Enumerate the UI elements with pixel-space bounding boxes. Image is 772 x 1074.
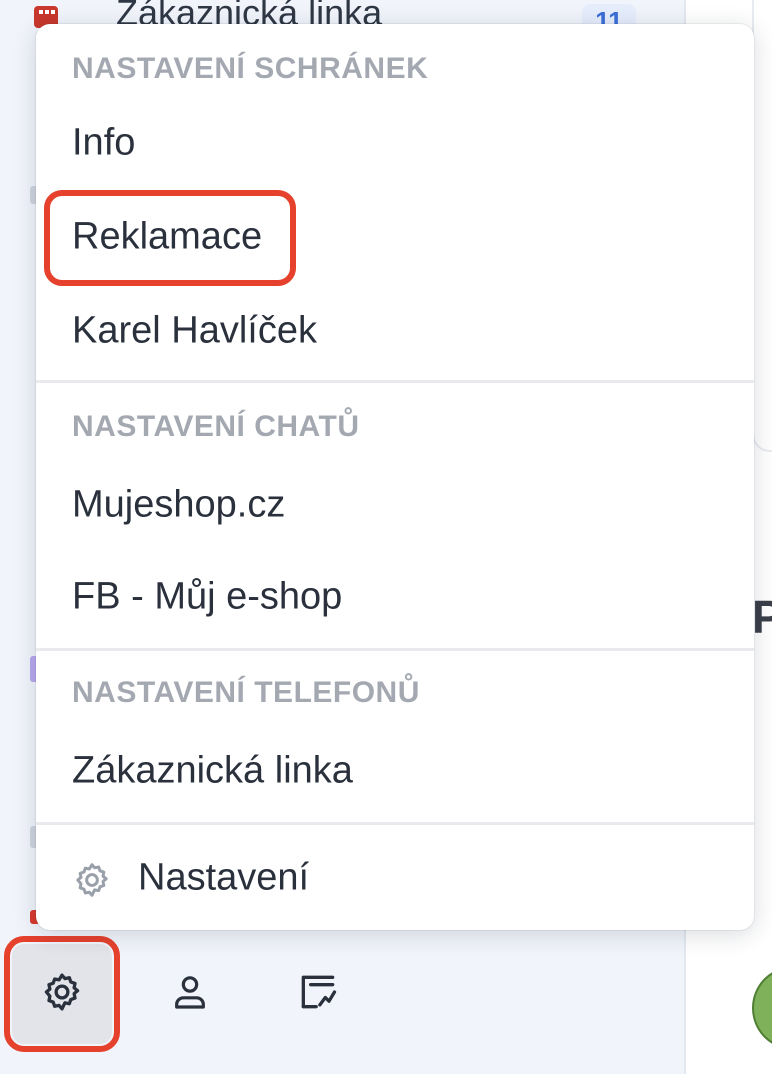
content-card: [752, 0, 772, 452]
menu-item-reklamace[interactable]: Reklamace: [36, 192, 754, 282]
content-heading-fragment: P: [752, 591, 772, 643]
menu-item-fb-muj-eshop[interactable]: FB - Můj e-shop: [36, 552, 754, 642]
gear-icon: [40, 970, 84, 1019]
menu-item-label: Karel Havlíček: [72, 309, 317, 352]
menu-divider: [36, 380, 754, 383]
menu-item-label: Info: [72, 121, 136, 164]
menu-item-zakaznicka-linka[interactable]: Zákaznická linka: [36, 726, 754, 816]
menu-item-label: Zákaznická linka: [72, 749, 353, 792]
menu-item-karel-havlicek[interactable]: Karel Havlíček: [36, 286, 754, 376]
settings-button[interactable]: [4, 936, 120, 1052]
menu-divider: [36, 822, 754, 825]
menu-item-label: FB - Můj e-shop: [72, 575, 343, 618]
reports-button[interactable]: [268, 944, 368, 1044]
section-header-phone-settings: NASTAVENÍ TELEFONŮ: [72, 676, 420, 709]
profile-button[interactable]: [140, 944, 240, 1044]
chart-icon: [296, 970, 340, 1019]
section-header-mailbox-settings: NASTAVENÍ SCHRÁNEK: [72, 52, 429, 85]
settings-dropdown-menu: NASTAVENÍ SCHRÁNEK Info Reklamace Karel …: [36, 24, 754, 930]
menu-item-settings[interactable]: Nastavení: [36, 830, 754, 926]
menu-item-info[interactable]: Info: [36, 98, 754, 188]
app-window: Zákaznická linka 11 P NASTAVENÍ SCHRÁNEK…: [0, 0, 772, 1074]
menu-divider: [36, 648, 754, 651]
user-icon: [170, 972, 210, 1017]
menu-item-label: Reklamace: [72, 215, 263, 258]
menu-item-mujeshop[interactable]: Mujeshop.cz: [36, 460, 754, 550]
section-header-chat-settings: NASTAVENÍ CHATŮ: [72, 410, 360, 443]
menu-item-label: Mujeshop.cz: [72, 483, 286, 526]
menu-item-label: Nastavení: [138, 856, 310, 899]
gear-icon: [72, 860, 112, 900]
